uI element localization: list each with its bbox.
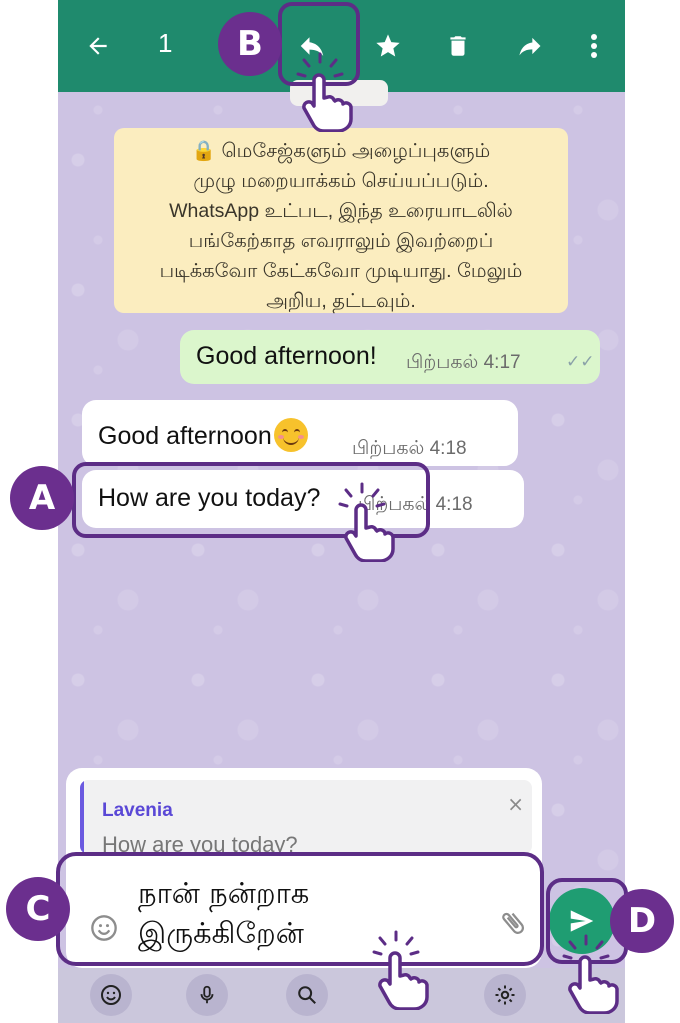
reply-quoted-text: How are you today? [102, 832, 298, 854]
search-icon[interactable] [286, 974, 328, 1016]
microphone-icon[interactable] [186, 974, 228, 1016]
notice-line: முழு மறையாக்கம் செய்யப்படும். [193, 170, 489, 192]
notice-line: அறிய, தட்டவும். [266, 290, 416, 312]
star-icon[interactable] [366, 24, 410, 68]
tap-hand-icon [372, 930, 429, 1010]
read-receipt-icon: ✓✓ [566, 352, 595, 371]
close-icon[interactable]: × [507, 792, 524, 816]
callout-c: C [6, 877, 70, 941]
emoji-icon[interactable] [90, 974, 132, 1016]
selected-count: 1 [158, 28, 173, 58]
callout-b: B [218, 12, 282, 76]
message-text: Good afternoon! [196, 342, 377, 370]
notice-line: படிக்கவோ கேட்கவோ முடியாது. மேலும் [159, 260, 523, 282]
callout-a: A [10, 466, 74, 530]
more-options-icon[interactable] [572, 24, 616, 68]
tap-hand-icon [338, 482, 395, 562]
forward-icon[interactable] [508, 24, 552, 68]
incoming-message[interactable]: Good afternoon பிற்பகல் 4:18 [82, 400, 518, 466]
back-arrow-icon[interactable] [76, 24, 120, 68]
notice-line: WhatsApp உட்பட, இந்த உரையாடலில் [169, 200, 513, 222]
settings-icon[interactable] [484, 974, 526, 1016]
message-text: Good afternoon [98, 418, 308, 452]
reply-sender-name: Lavenia [102, 800, 173, 821]
keyboard-toolbar [58, 968, 625, 1023]
notice-line: பங்கேற்காத எவராலும் இவற்றைப் [188, 230, 494, 252]
tap-hand-icon [562, 934, 619, 1014]
delete-icon[interactable] [436, 24, 480, 68]
reply-accent-bar [80, 780, 84, 854]
notice-line: 🔒 மெசேஜ்களும் அழைப்புகளும் [191, 140, 491, 162]
outgoing-message[interactable]: Good afternoon! பிற்பகல் 4:17 ✓✓ [180, 330, 600, 384]
smiling-face-icon [273, 418, 308, 452]
highlight-message-input [56, 852, 544, 966]
message-time: பிற்பகல் 4:17 [406, 352, 521, 373]
reply-preview: Lavenia How are you today? × [80, 780, 532, 854]
encryption-notice[interactable]: 🔒 மெசேஜ்களும் அழைப்புகளும் முழு மறையாக்க… [114, 128, 568, 313]
message-time: பிற்பகல் 4:18 [352, 438, 467, 459]
tap-hand-icon [296, 52, 353, 132]
